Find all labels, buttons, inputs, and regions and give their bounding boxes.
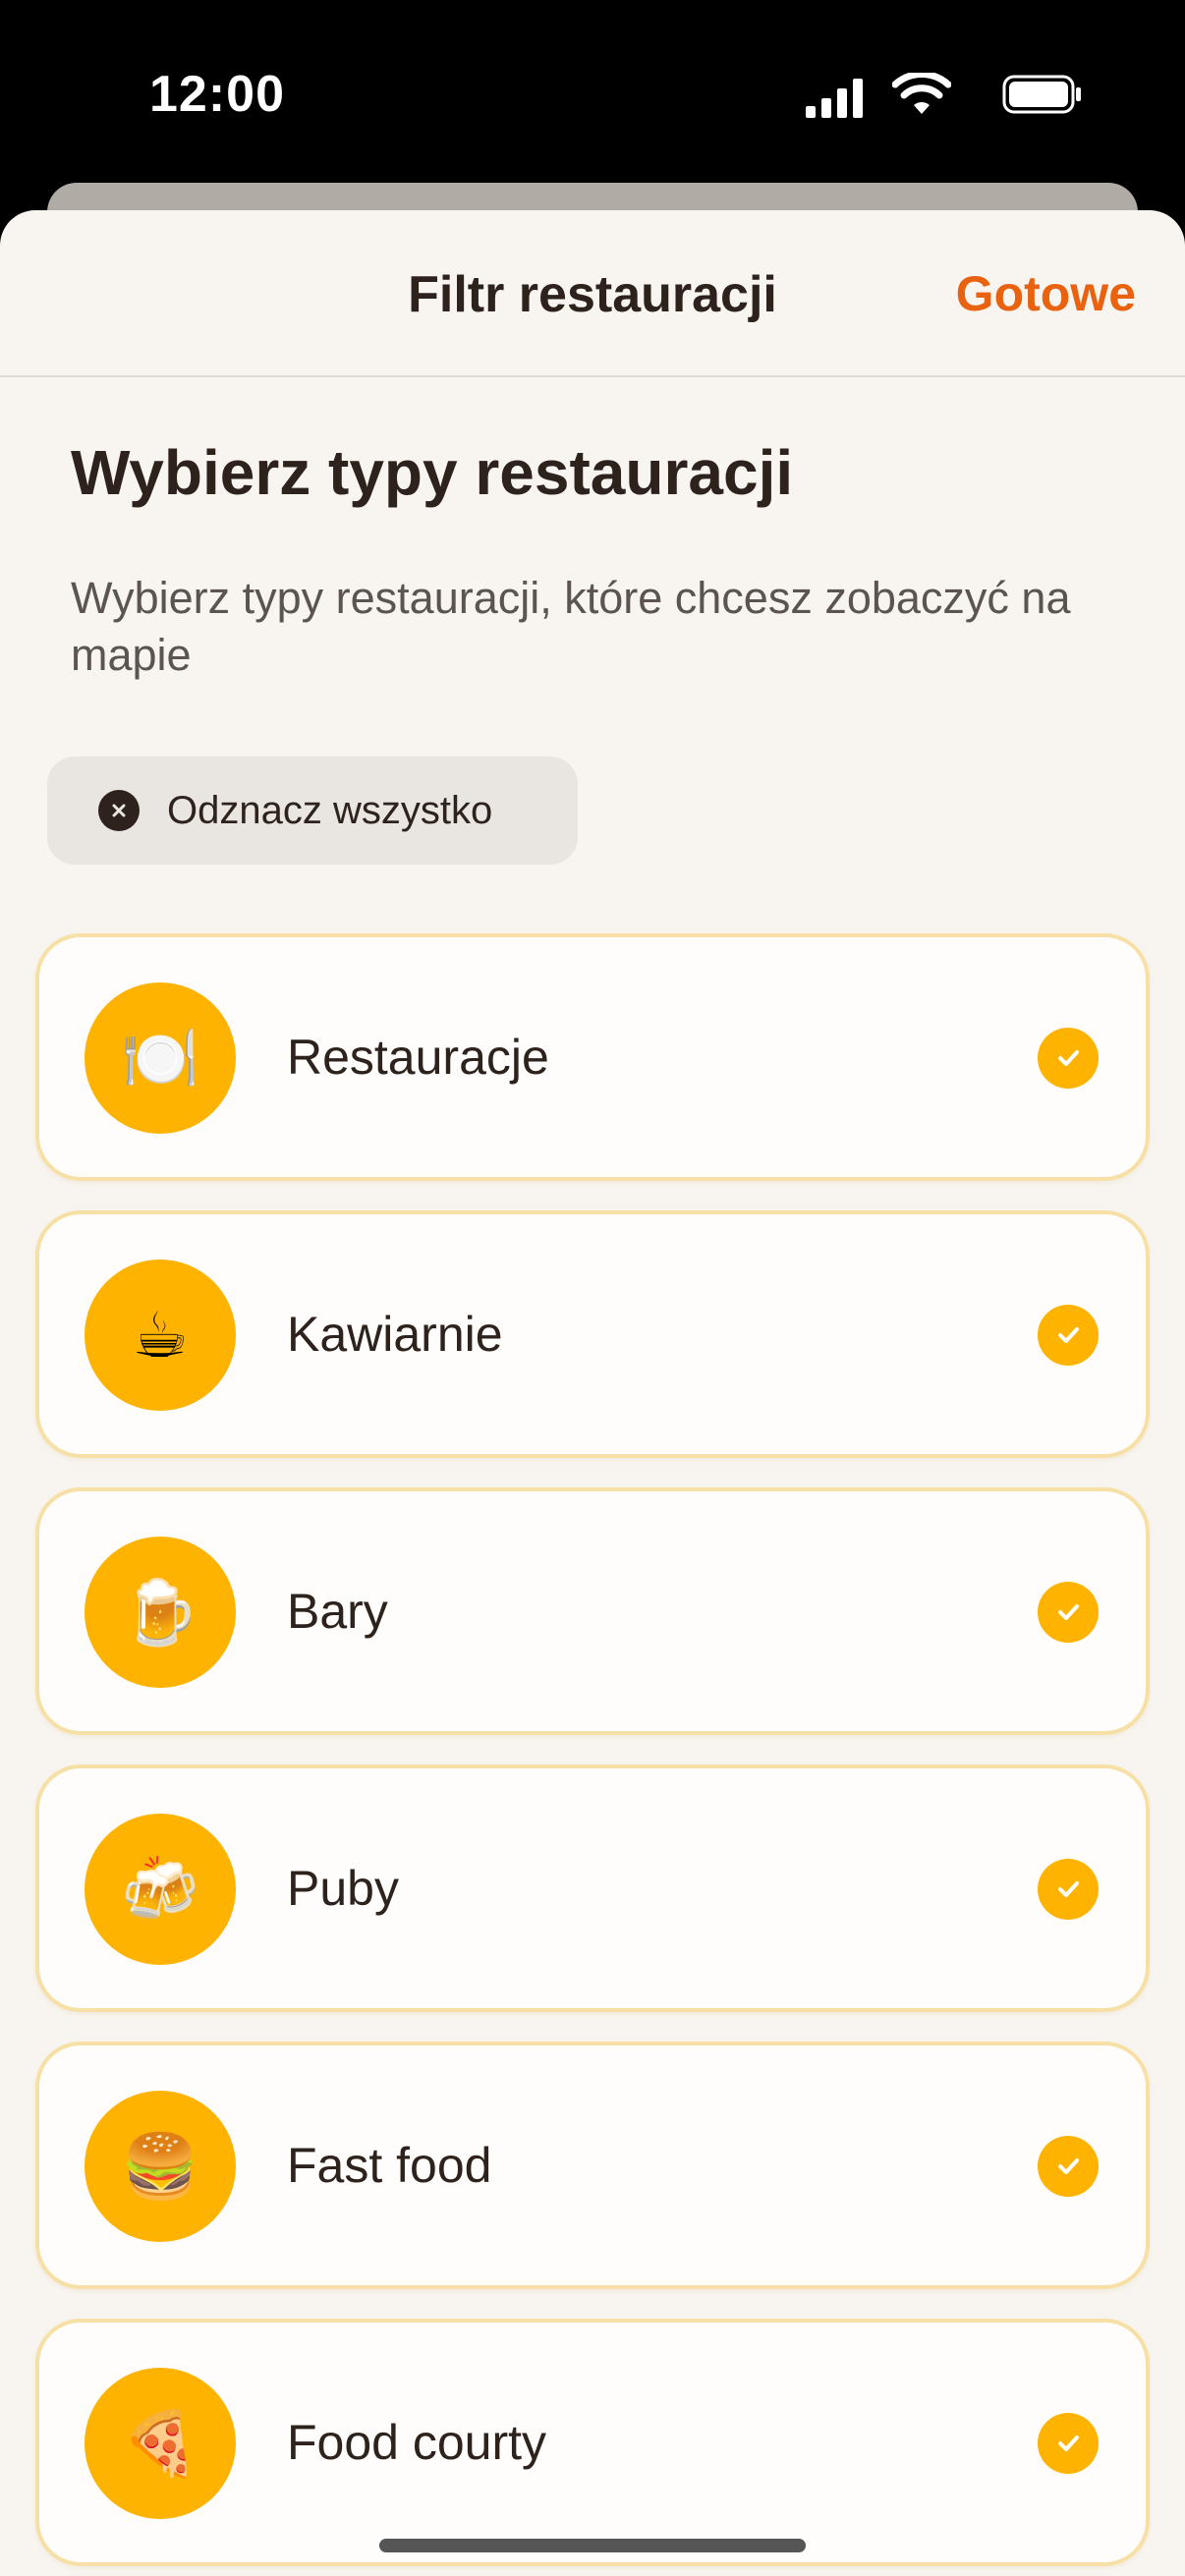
pizza-icon: 🍕 — [85, 2368, 236, 2519]
battery-icon — [1002, 75, 1081, 114]
status-time: 12:00 — [149, 66, 285, 123]
signal-icon — [806, 79, 863, 118]
section-subtitle: Wybierz typy restauracji, które chcesz z… — [71, 573, 1071, 680]
item-label: Kawiarnie — [287, 1307, 503, 1362]
burger-icon: 🍔 — [85, 2091, 236, 2242]
list-item-restauracje[interactable]: 🍽️ Restauracje — [35, 933, 1150, 1181]
x-circle-icon — [98, 790, 140, 831]
plate-cutlery-icon: 🍽️ — [85, 982, 236, 1134]
deselect-all-label: Odznacz wszystko — [167, 788, 493, 832]
coffee-cup-icon: ☕ — [85, 1260, 236, 1411]
section-heading: Wybierz typy restauracji — [71, 437, 794, 508]
checkmark-icon — [1038, 1582, 1099, 1643]
filter-sheet: Filtr restauracji Gotowe Wybierz typy re… — [0, 210, 1185, 2576]
list-item-bary[interactable]: 🍺 Bary — [35, 1487, 1150, 1735]
item-label: Bary — [287, 1584, 388, 1639]
list-item-fast-food[interactable]: 🍔 Fast food — [35, 2042, 1150, 2289]
done-button[interactable]: Gotowe — [956, 265, 1136, 322]
checkmark-icon — [1038, 1305, 1099, 1366]
item-label: Puby — [287, 1861, 399, 1916]
checkmark-icon — [1038, 2413, 1099, 2474]
item-label: Food courty — [287, 2415, 547, 2470]
checkmark-icon — [1038, 1028, 1099, 1089]
home-indicator[interactable] — [379, 2539, 806, 2552]
list-item-kawiarnie[interactable]: ☕ Kawiarnie — [35, 1210, 1150, 1458]
checkmark-icon — [1038, 1859, 1099, 1920]
checkmark-icon — [1038, 2136, 1099, 2197]
beer-mug-icon: 🍺 — [85, 1537, 236, 1688]
item-label: Restauracje — [287, 1030, 549, 1085]
status-bar: 12:00 — [0, 0, 1185, 187]
list-item-puby[interactable]: 🍻 Puby — [35, 1764, 1150, 2012]
navigation-bar: Filtr restauracji Gotowe — [0, 210, 1185, 377]
list-item-food-courty[interactable]: 🍕 Food courty — [35, 2319, 1150, 2566]
status-icons — [788, 71, 1083, 118]
deselect-all-button[interactable]: Odznacz wszystko — [47, 756, 578, 865]
wifi-icon — [892, 73, 951, 114]
item-label: Fast food — [287, 2138, 492, 2193]
clinking-beers-icon: 🍻 — [85, 1814, 236, 1965]
